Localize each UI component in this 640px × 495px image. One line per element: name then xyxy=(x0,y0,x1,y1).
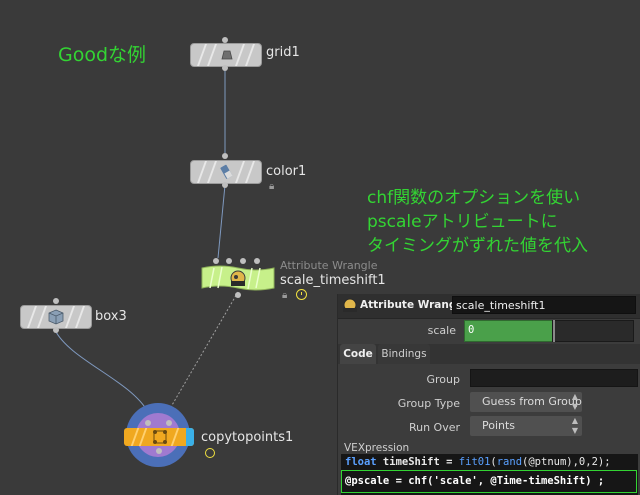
wrangle-node-label: scale_timeshift1 xyxy=(280,273,386,288)
annotation-note-line1: chf関数のオプションを使い xyxy=(367,188,581,208)
color-input-dot xyxy=(222,153,228,159)
box-output-dot xyxy=(53,327,59,333)
vex-code-editor[interactable]: float timeShift = fit01(rand(@ptnum),0,2… xyxy=(341,454,638,495)
scale-slider[interactable]: 0 xyxy=(464,320,554,342)
copy-output-dot xyxy=(156,448,162,454)
group-label: Group xyxy=(426,373,461,386)
box-node[interactable] xyxy=(20,305,92,329)
clock-icon xyxy=(296,289,307,300)
menu-arrows-icon: ▲ ▼ xyxy=(571,416,578,435)
parameter-panel: Attribute Wrangle scale_timeshift1 scale… xyxy=(337,294,640,495)
lock-icon-wrangle: 🔒︎ xyxy=(282,290,288,301)
box-icon xyxy=(48,309,64,325)
copy-node-label: copytopoints1 xyxy=(201,430,294,445)
node-name-field[interactable]: scale_timeshift1 xyxy=(452,296,636,314)
group-input[interactable] xyxy=(470,369,638,387)
scale-slider-handle[interactable] xyxy=(553,320,555,342)
clock-icon-copy xyxy=(205,448,215,458)
vex-label: VEXpression xyxy=(344,442,410,454)
code-line-2: @pscale = chf('scale', @Time-timeShift) … xyxy=(345,475,605,487)
tab-code[interactable]: Code xyxy=(340,344,376,364)
code-line-1: float timeShift = fit01(rand(@ptnum),0,2… xyxy=(345,456,611,468)
run-over-menu[interactable]: Points ▲ ▼ xyxy=(470,416,582,436)
menu-arrows-icon: ▲ ▼ xyxy=(571,392,578,411)
wire-color-wrangle xyxy=(217,184,226,259)
wrangle-output-dot xyxy=(235,292,241,298)
run-over-label: Run Over xyxy=(408,421,460,434)
box-node-label: box3 xyxy=(95,309,127,324)
wrangle-icon xyxy=(343,298,357,312)
color-node-label: color1 xyxy=(266,164,307,179)
color-node[interactable] xyxy=(190,160,262,184)
wire-box-copy xyxy=(54,329,149,413)
copy-input-dot-1 xyxy=(145,420,151,426)
code-rest: (@ptnum),0,2); xyxy=(522,456,611,468)
grid-node-label: grid1 xyxy=(266,45,300,60)
code-keyword: float xyxy=(345,456,377,468)
wrangle-icon xyxy=(230,270,246,286)
code-variable: timeShift = xyxy=(376,456,459,468)
run-over-value: Points xyxy=(482,419,516,432)
group-type-menu[interactable]: Guess from Group ▲ ▼ xyxy=(470,392,582,412)
color-icon xyxy=(220,164,233,179)
group-type-value: Guess from Group xyxy=(482,395,582,408)
grid-icon xyxy=(221,50,233,60)
lock-icon: 🔒︎ xyxy=(269,181,275,192)
grid-node[interactable] xyxy=(190,43,262,67)
annotation-title: Goodな例 xyxy=(58,44,147,66)
code-function-2: rand xyxy=(496,456,523,468)
annotation-note: chf関数のオプションを使い pscaleアトリビュートに タイミングがずれた値… xyxy=(367,186,588,258)
box-input-dot xyxy=(53,298,59,304)
wrangle-type-label: Attribute Wrangle xyxy=(280,259,378,272)
annotation-note-line2: pscaleアトリビュートに xyxy=(367,212,558,232)
copy-input-dot-2 xyxy=(166,420,172,426)
scale-label: scale xyxy=(427,324,456,337)
scale-value: 0 xyxy=(468,324,475,336)
tab-bar: Code Bindings xyxy=(338,344,640,364)
code-function: fit01 xyxy=(458,456,491,468)
panel-header: Attribute Wrangle scale_timeshift1 xyxy=(338,294,640,319)
copy-icon xyxy=(153,430,167,444)
annotation-note-line3: タイミングがずれた値を代入 xyxy=(367,236,588,256)
wire-wrangle-copy xyxy=(167,291,239,413)
scale-slider-track[interactable] xyxy=(552,320,634,342)
tab-bindings[interactable]: Bindings xyxy=(378,344,430,364)
group-type-label: Group Type xyxy=(397,397,460,410)
grid-output-dot xyxy=(222,65,228,71)
color-output-dot xyxy=(222,182,228,188)
